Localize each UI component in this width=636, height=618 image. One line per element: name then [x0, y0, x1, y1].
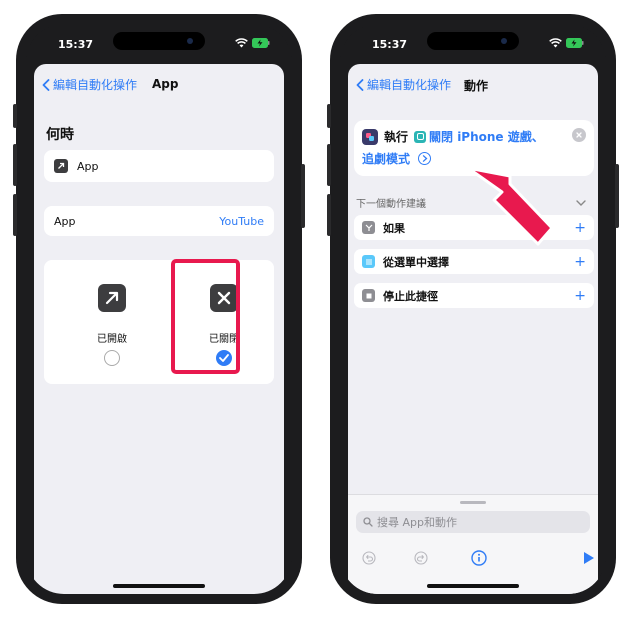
- shortcut-icon: [414, 130, 427, 143]
- run-shortcut-action-card[interactable]: 執行 關閉 iPhone 遊戲、 追劇模式: [354, 120, 594, 176]
- app-select-label: App: [54, 214, 76, 228]
- status-bar: 15:37: [26, 24, 292, 64]
- dynamic-island: [113, 32, 205, 50]
- wifi-icon: [235, 38, 248, 48]
- page-title: 動作: [464, 79, 489, 93]
- shortcut-name-line2[interactable]: 追劇模式: [362, 150, 410, 167]
- suggestions-title: 下一個動作建議: [356, 199, 426, 210]
- expand-chevron-icon[interactable]: [418, 152, 432, 165]
- automation-sheet: 編輯自動化操作 App 何時 App App YouTube 已開啟 已關閉: [34, 64, 284, 594]
- left-phone-frame: 15:37 編輯自動化操作 App 何時 App App YouTube 已開啟…: [13, 14, 305, 604]
- undo-icon[interactable]: [360, 549, 378, 567]
- add-icon[interactable]: +: [574, 254, 586, 270]
- suggestion-label: 如果: [383, 221, 405, 235]
- editor-toolbar: [348, 549, 598, 569]
- mute-switch: [327, 104, 331, 128]
- search-input[interactable]: 搜尋 App和動作: [356, 511, 590, 533]
- when-section-title: 何時: [46, 127, 74, 143]
- dynamic-island: [427, 32, 519, 50]
- redo-icon[interactable]: [412, 549, 430, 567]
- right-phone-frame: 15:37 編輯自動化操作 動作 執行 關閉 iPhone 遊戲、 追劇模式 下…: [327, 14, 619, 604]
- battery-charging-icon: [566, 38, 584, 48]
- left-screen: 15:37 編輯自動化操作 App 何時 App App YouTube 已開啟…: [26, 24, 292, 594]
- home-indicator: [113, 584, 205, 588]
- add-icon[interactable]: +: [574, 288, 586, 304]
- suggestions-header[interactable]: 下一個動作建議: [356, 195, 586, 210]
- app-row-label: App: [77, 159, 99, 173]
- app-select-value[interactable]: YouTube: [219, 215, 264, 228]
- page-title: App: [152, 77, 179, 91]
- panel-grabber[interactable]: [460, 501, 486, 504]
- remove-action-icon[interactable]: [572, 128, 586, 142]
- add-icon[interactable]: +: [574, 220, 586, 236]
- option-opened[interactable]: 已開啟: [52, 260, 172, 384]
- mute-switch: [13, 104, 17, 128]
- battery-charging-icon: [252, 38, 270, 48]
- power-button: [301, 164, 305, 228]
- home-indicator: [427, 584, 519, 588]
- suggestion-choose-from-menu[interactable]: 從選單中選擇 +: [354, 249, 594, 274]
- volume-up-button: [13, 144, 17, 186]
- actions-sheet: 編輯自動化操作 動作 執行 關閉 iPhone 遊戲、 追劇模式 下一個動作建議…: [348, 64, 598, 594]
- navigation-bar: 編輯自動化操作 動作: [348, 74, 598, 96]
- chevron-down-icon[interactable]: [576, 199, 586, 206]
- power-button: [615, 164, 619, 228]
- chevron-left-icon: [42, 78, 50, 91]
- volume-up-button: [327, 144, 331, 186]
- action-search-panel: 搜尋 App和動作: [348, 494, 598, 594]
- volume-down-button: [13, 194, 17, 236]
- status-bar: 15:37: [340, 24, 606, 64]
- status-time: 15:37: [58, 38, 94, 51]
- status-time: 15:37: [372, 38, 408, 51]
- suggestion-if[interactable]: 如果 +: [354, 215, 594, 240]
- branch-icon: [362, 221, 375, 234]
- back-button[interactable]: 編輯自動化操作: [356, 76, 451, 93]
- chevron-left-icon: [356, 78, 364, 91]
- app-trigger-row[interactable]: App: [44, 150, 274, 182]
- app-icon: [54, 159, 68, 173]
- back-button-label: 編輯自動化操作: [367, 78, 452, 92]
- play-icon[interactable]: [580, 549, 598, 567]
- search-placeholder: 搜尋 App和動作: [377, 516, 457, 529]
- status-icons: [235, 38, 270, 48]
- suggestion-label: 停止此捷徑: [383, 289, 438, 303]
- shortcut-name-line1: 關閉 iPhone 遊戲、: [429, 130, 544, 144]
- menu-list-icon: [362, 255, 375, 268]
- navigation-bar: 編輯自動化操作 App: [34, 74, 284, 96]
- volume-down-button: [327, 194, 331, 236]
- run-label: 執行: [384, 130, 409, 144]
- status-icons: [549, 38, 584, 48]
- shortcuts-app-icon: [362, 128, 378, 145]
- highlight-box: [171, 259, 240, 374]
- option-opened-label: 已開啟: [97, 334, 127, 345]
- back-button[interactable]: 編輯自動化操作: [42, 76, 137, 93]
- shortcut-parameter[interactable]: 關閉 iPhone 遊戲、: [414, 128, 544, 145]
- suggestion-stop-shortcut[interactable]: 停止此捷徑 +: [354, 283, 594, 308]
- stop-icon: [362, 289, 375, 302]
- option-opened-radio[interactable]: [104, 350, 120, 366]
- arrow-up-right-icon: [98, 284, 126, 312]
- right-screen: 15:37 編輯自動化操作 動作 執行 關閉 iPhone 遊戲、 追劇模式 下…: [340, 24, 606, 594]
- app-select-row[interactable]: App YouTube: [44, 206, 274, 236]
- back-button-label: 編輯自動化操作: [53, 78, 138, 92]
- info-icon[interactable]: [470, 549, 488, 567]
- wifi-icon: [549, 38, 562, 48]
- search-icon: [363, 517, 373, 527]
- suggestion-label: 從選單中選擇: [383, 255, 449, 269]
